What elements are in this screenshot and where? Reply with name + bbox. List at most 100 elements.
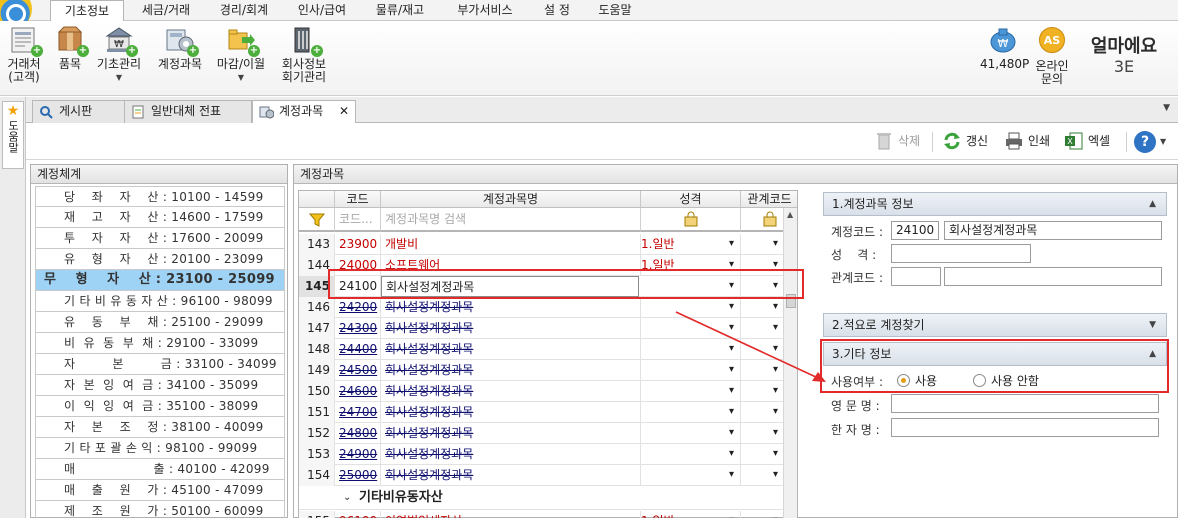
- scroll-thumb[interactable]: [786, 294, 796, 308]
- table-row[interactable]: 147 24300 회사설정계정과목: [299, 318, 797, 339]
- type-cell[interactable]: [641, 423, 741, 444]
- clients-button[interactable]: + 거래처 (고객): [2, 25, 46, 84]
- table-row[interactable]: 144 24000 소프트웨어 1.일반: [299, 255, 797, 276]
- menu-hr-payroll[interactable]: 인사/급여: [284, 0, 360, 21]
- relation-cell[interactable]: [741, 423, 785, 444]
- code-cell[interactable]: 24400: [335, 339, 381, 360]
- account-range-item[interactable]: 유 형 자 산 : 20100 - 23099: [35, 249, 285, 270]
- type-cell[interactable]: [641, 339, 741, 360]
- name-cell[interactable]: 회사설정계정과목: [381, 465, 641, 486]
- usage-on-radio[interactable]: 사용: [897, 374, 937, 388]
- grid-scrollbar[interactable]: ▲: [783, 208, 797, 518]
- account-range-item[interactable]: 당 좌 자 산 : 10100 - 14599: [35, 186, 285, 207]
- type-cell[interactable]: 1.일반: [641, 255, 741, 276]
- menu-basic-info[interactable]: 기초정보: [50, 0, 124, 22]
- tabs-dropdown-icon[interactable]: ▼: [1163, 103, 1170, 113]
- relation-cell[interactable]: [741, 381, 785, 402]
- relation-cell[interactable]: [741, 297, 785, 318]
- type-filter-icon[interactable]: [641, 208, 741, 232]
- relation-name-field[interactable]: [944, 267, 1162, 286]
- type-cell[interactable]: [641, 381, 741, 402]
- usage-off-radio[interactable]: 사용 안함: [973, 374, 1039, 388]
- code-filter-input[interactable]: 코드...: [335, 208, 381, 232]
- account-range-item[interactable]: 재 고 자 산 : 14600 - 17599: [35, 207, 285, 228]
- relation-cell[interactable]: [741, 234, 785, 255]
- group-row[interactable]: ⌄ 기타비유동자산: [299, 486, 797, 510]
- side-help-tab[interactable]: ★ 도움말: [2, 101, 24, 169]
- excel-button[interactable]: X 엑셀: [1064, 131, 1110, 153]
- name-cell[interactable]: 회사설정계정과목: [381, 381, 641, 402]
- relation-cell[interactable]: [741, 511, 785, 518]
- account-range-item[interactable]: 비 유 동 부 채 : 29100 - 33099: [35, 333, 285, 354]
- hanja-name-field[interactable]: [891, 418, 1159, 437]
- find-by-summary-section-header[interactable]: 2.적요로 계정찾기 ▼: [823, 313, 1167, 337]
- name-filter-input[interactable]: 계정과목명 검색: [381, 208, 641, 232]
- tab-accounts[interactable]: 계정과목 ✕: [252, 100, 356, 124]
- name-cell[interactable]: 이연법인세자산: [381, 511, 641, 518]
- other-info-section-header[interactable]: 3.기타 정보 ▲: [823, 342, 1167, 366]
- relation-cell[interactable]: [741, 402, 785, 423]
- relation-cell[interactable]: [741, 276, 785, 297]
- relation-cell[interactable]: [741, 444, 785, 465]
- relation-cell[interactable]: [741, 465, 785, 486]
- name-cell[interactable]: 회사설정계정과목: [381, 297, 641, 318]
- type-cell[interactable]: [641, 276, 741, 297]
- code-cell[interactable]: 24500: [335, 360, 381, 381]
- account-range-item[interactable]: 자 본 조 정 : 38100 - 40099: [35, 417, 285, 438]
- company-info-button[interactable]: + 회사정보 회기관리: [276, 25, 332, 84]
- code-cell[interactable]: 25000: [335, 465, 381, 486]
- code-cell[interactable]: 24300: [335, 318, 381, 339]
- code-cell[interactable]: 23900: [335, 234, 381, 255]
- relation-cell[interactable]: [741, 255, 785, 276]
- filter-icon[interactable]: [299, 208, 335, 232]
- menu-accounting[interactable]: 경리/회계: [206, 0, 282, 21]
- table-row[interactable]: 151 24700 회사설정계정과목: [299, 402, 797, 423]
- table-row[interactable]: 153 24900 회사설정계정과목: [299, 444, 797, 465]
- code-cell[interactable]: 24000: [335, 255, 381, 276]
- items-button[interactable]: + 품목: [52, 25, 89, 71]
- name-cell[interactable]: 회사설정계정과목: [381, 276, 639, 297]
- table-row[interactable]: 15596100이연법인세자산1.일반: [299, 511, 797, 518]
- name-cell[interactable]: 회사설정계정과목: [381, 339, 641, 360]
- code-field[interactable]: 24100: [891, 221, 939, 240]
- type-cell[interactable]: [641, 360, 741, 381]
- header-type[interactable]: 성격: [641, 191, 741, 208]
- english-name-field[interactable]: [891, 394, 1159, 413]
- menu-addon-services[interactable]: 부가서비스: [440, 0, 530, 21]
- type-cell[interactable]: [641, 297, 741, 318]
- account-range-item[interactable]: 투 자 자 산 : 17600 - 20099: [35, 228, 285, 249]
- scroll-up-icon[interactable]: ▲: [787, 210, 793, 219]
- tab-board[interactable]: 게시판: [32, 100, 126, 123]
- account-name-field[interactable]: 회사설정계정과목: [944, 221, 1162, 240]
- menu-settings[interactable]: 설 정: [532, 0, 582, 21]
- refresh-button[interactable]: 갱신: [942, 131, 988, 153]
- basic-management-button[interactable]: ₩ + 기초관리 ▼: [94, 25, 144, 84]
- type-cell[interactable]: 1.일반: [641, 511, 741, 518]
- name-cell[interactable]: 회사설정계정과목: [381, 360, 641, 381]
- table-row[interactable]: 145 24100 회사설정계정과목: [299, 276, 797, 297]
- table-row[interactable]: 143 23900 개발비 1.일반: [299, 234, 797, 255]
- relation-cell[interactable]: [741, 360, 785, 381]
- menu-logistics[interactable]: 물류/재고: [362, 0, 438, 21]
- delete-button[interactable]: 삭제: [874, 131, 920, 153]
- code-cell[interactable]: 24100: [335, 276, 381, 297]
- account-range-item[interactable]: 기 타 비 유 동 자 산 : 96100 - 98099: [35, 291, 285, 312]
- type-cell[interactable]: [641, 465, 741, 486]
- name-cell[interactable]: 회사설정계정과목: [381, 402, 641, 423]
- menu-tax-trade[interactable]: 세금/거래: [128, 0, 204, 21]
- account-range-item[interactable]: 기 타 포 괄 손 익 : 98100 - 99099: [35, 438, 285, 459]
- name-cell[interactable]: 회사설정계정과목: [381, 423, 641, 444]
- name-cell[interactable]: 회사설정계정과목: [381, 444, 641, 465]
- name-cell[interactable]: 개발비: [381, 234, 641, 255]
- account-range-item[interactable]: 매 출 원 가 : 45100 - 47099: [35, 480, 285, 501]
- account-range-item[interactable]: 자 본 잉 여 금 : 34100 - 35099: [35, 375, 285, 396]
- account-range-item[interactable]: 무 형 자 산 : 23100 - 25099: [35, 270, 285, 291]
- menu-help[interactable]: 도움말: [586, 0, 644, 21]
- header-name[interactable]: 계정과목명: [381, 191, 641, 208]
- code-cell[interactable]: 24900: [335, 444, 381, 465]
- account-range-item[interactable]: 매 출 : 40100 - 42099: [35, 459, 285, 480]
- help-icon[interactable]: ?: [1134, 131, 1156, 153]
- table-row[interactable]: 148 24400 회사설정계정과목: [299, 339, 797, 360]
- name-cell[interactable]: 회사설정계정과목: [381, 318, 641, 339]
- code-cell[interactable]: 24200: [335, 297, 381, 318]
